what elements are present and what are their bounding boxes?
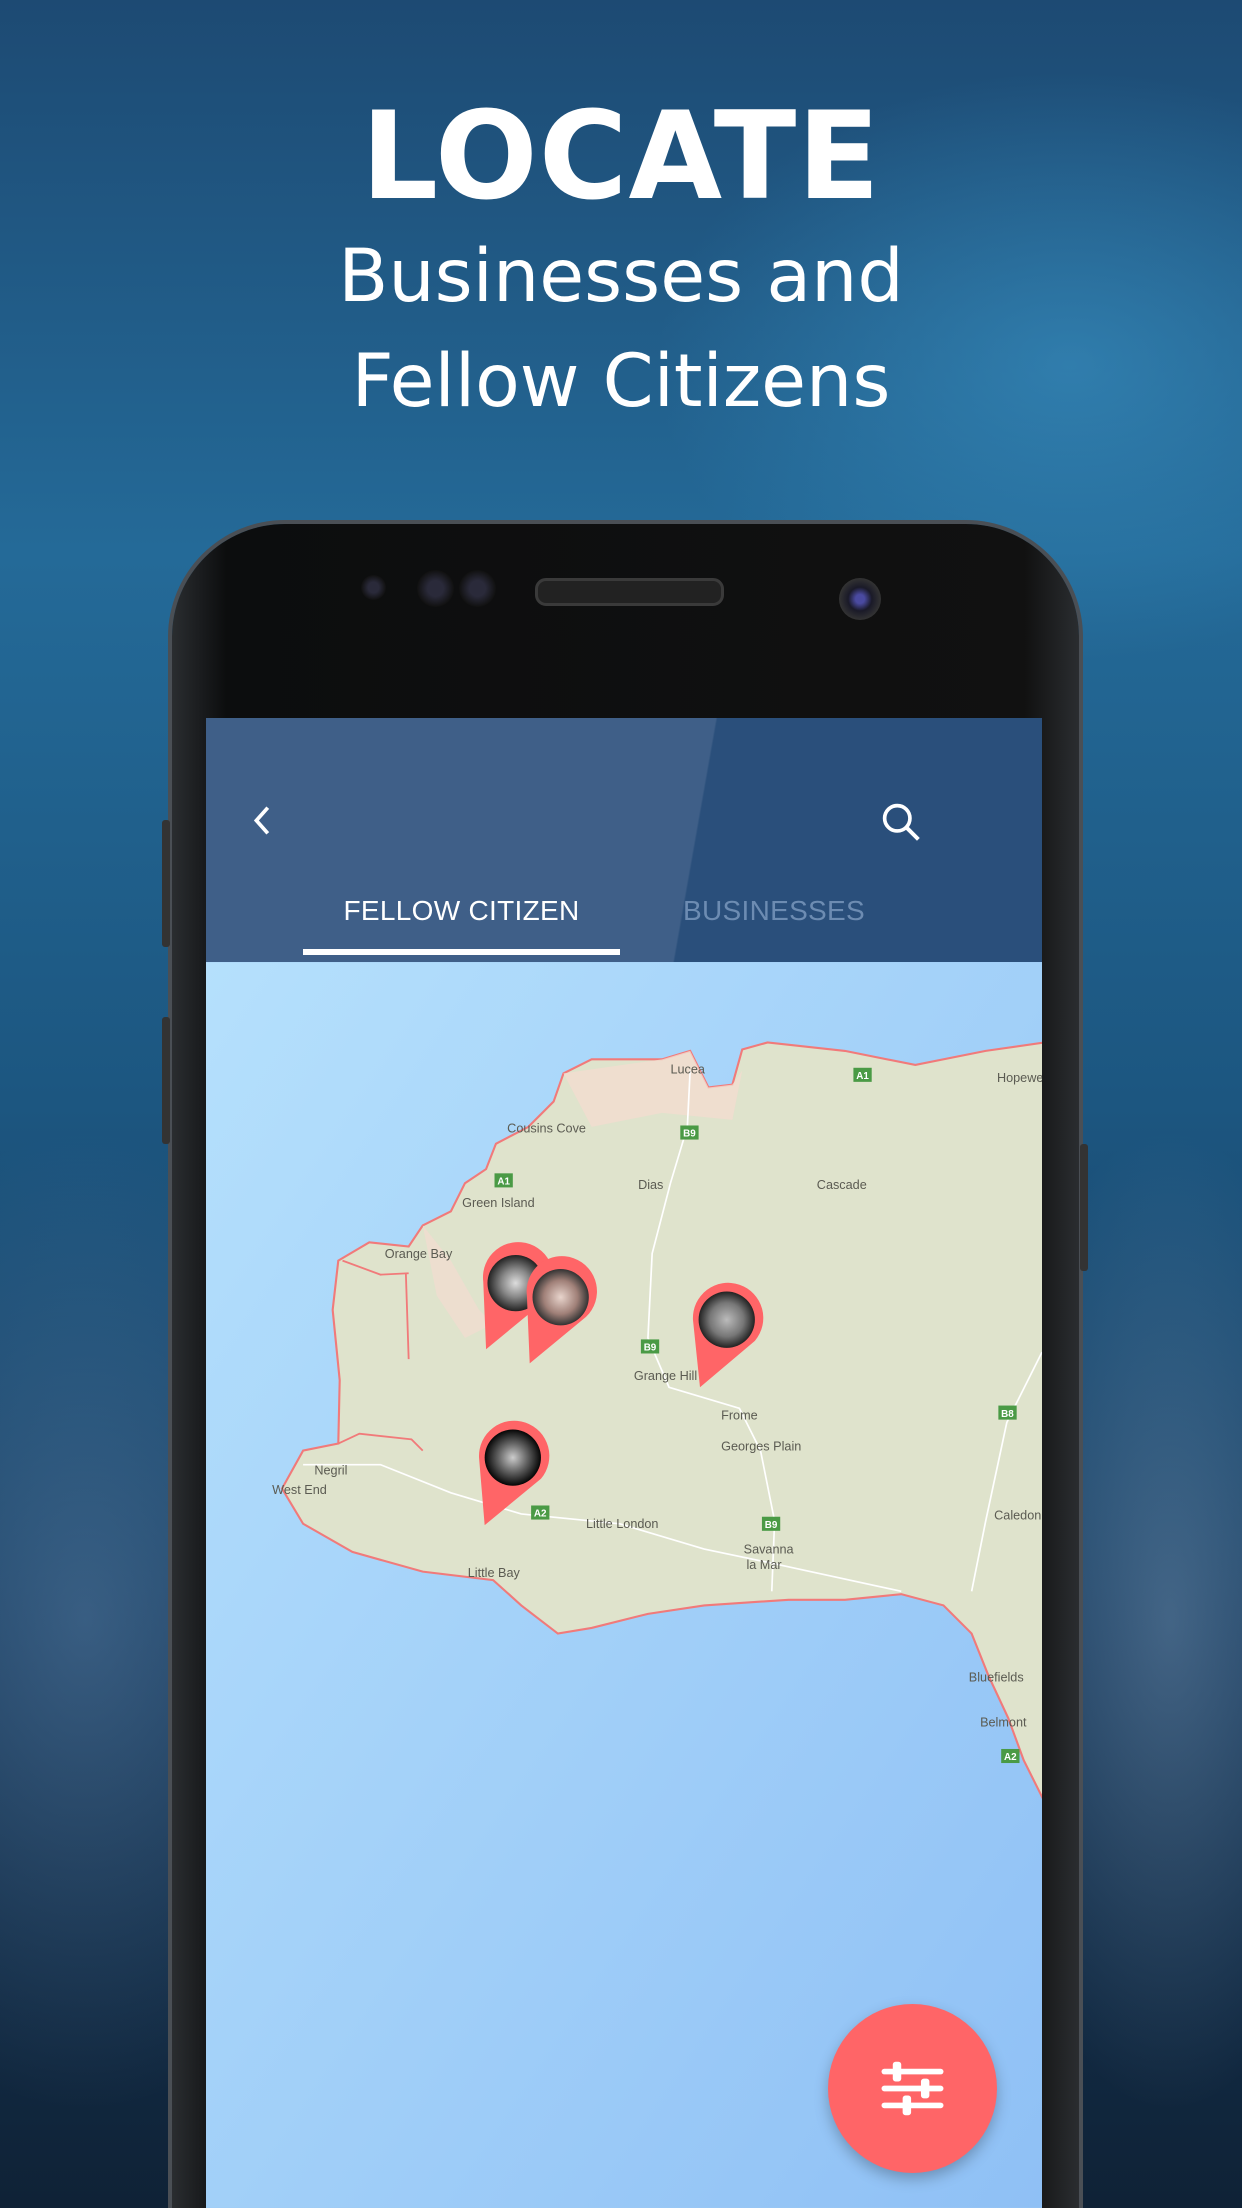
place-label: Little Bay: [468, 1566, 521, 1580]
app-screen: FELLOW CITIZEN BUSINESSES Lucea Hopewe C…: [206, 718, 1042, 2208]
sensor-icon: [459, 570, 496, 607]
svg-text:B8: B8: [1001, 1409, 1014, 1420]
road-shield: A2: [531, 1505, 550, 1520]
promo-subtitle-line1: Businesses and: [338, 234, 904, 319]
place-label: Green Island: [462, 1196, 534, 1210]
svg-text:A2: A2: [1004, 1752, 1017, 1763]
place-label: Savanna: [744, 1542, 795, 1556]
app-bar: FELLOW CITIZEN BUSINESSES: [206, 718, 1042, 962]
place-label: Cascade: [817, 1178, 867, 1192]
place-label: Dias: [638, 1178, 663, 1192]
filter-sliders-icon: [881, 2061, 944, 2116]
tab-businesses[interactable]: BUSINESSES: [619, 894, 929, 928]
promo-subtitle-line2: Fellow Citizens: [351, 339, 891, 424]
sensor-icon: [361, 575, 386, 600]
road-shield: A1: [494, 1173, 513, 1188]
svg-text:B9: B9: [765, 1520, 778, 1531]
volume-button: [162, 1017, 170, 1144]
svg-text:A1: A1: [856, 1071, 869, 1082]
svg-text:B9: B9: [683, 1129, 696, 1140]
promo-screen: LOCATE Businesses and Fellow Citizens FE…: [0, 0, 1242, 2208]
place-label: Little London: [586, 1517, 658, 1531]
road-shield: B9: [640, 1339, 660, 1354]
road-shield: B9: [761, 1516, 781, 1531]
place-label: Hopewell: [997, 1071, 1042, 1085]
sensor-icon: [417, 570, 454, 607]
place-label: Lucea: [670, 1062, 705, 1076]
search-icon[interactable]: [879, 800, 924, 845]
place-label: Grange Hill: [634, 1369, 697, 1383]
place-label: la Mar: [746, 1558, 781, 1572]
camera-icon: [839, 578, 881, 620]
place-label: Cousins Cove: [507, 1122, 586, 1136]
svg-text:A2: A2: [534, 1509, 547, 1520]
power-button: [1080, 1144, 1088, 1271]
road-shield: B8: [998, 1405, 1017, 1420]
promo-title: LOCATE: [361, 86, 881, 227]
filter-button[interactable]: [828, 2004, 997, 2173]
place-label: West End: [272, 1483, 327, 1497]
svg-text:A1: A1: [497, 1177, 510, 1188]
svg-text:B9: B9: [644, 1343, 657, 1354]
chevron-left-icon[interactable]: [245, 802, 282, 839]
volume-button: [162, 820, 170, 947]
road-shield: B9: [680, 1125, 699, 1140]
place-label: Frome: [721, 1409, 758, 1423]
place-label: Bluefields: [969, 1670, 1024, 1684]
active-tab-indicator: [303, 949, 620, 955]
place-label: Caledonia: [994, 1509, 1042, 1523]
place-label: Orange Bay: [385, 1247, 453, 1261]
speaker-grille: [535, 578, 724, 606]
road-shield: A2: [1001, 1748, 1020, 1763]
place-label: Negril: [314, 1464, 347, 1478]
road-shield: A1: [853, 1067, 872, 1082]
place-label: Belmont: [980, 1715, 1027, 1729]
place-label: Georges Plain: [721, 1440, 801, 1454]
tab-fellow-citizen[interactable]: FELLOW CITIZEN: [303, 894, 620, 928]
